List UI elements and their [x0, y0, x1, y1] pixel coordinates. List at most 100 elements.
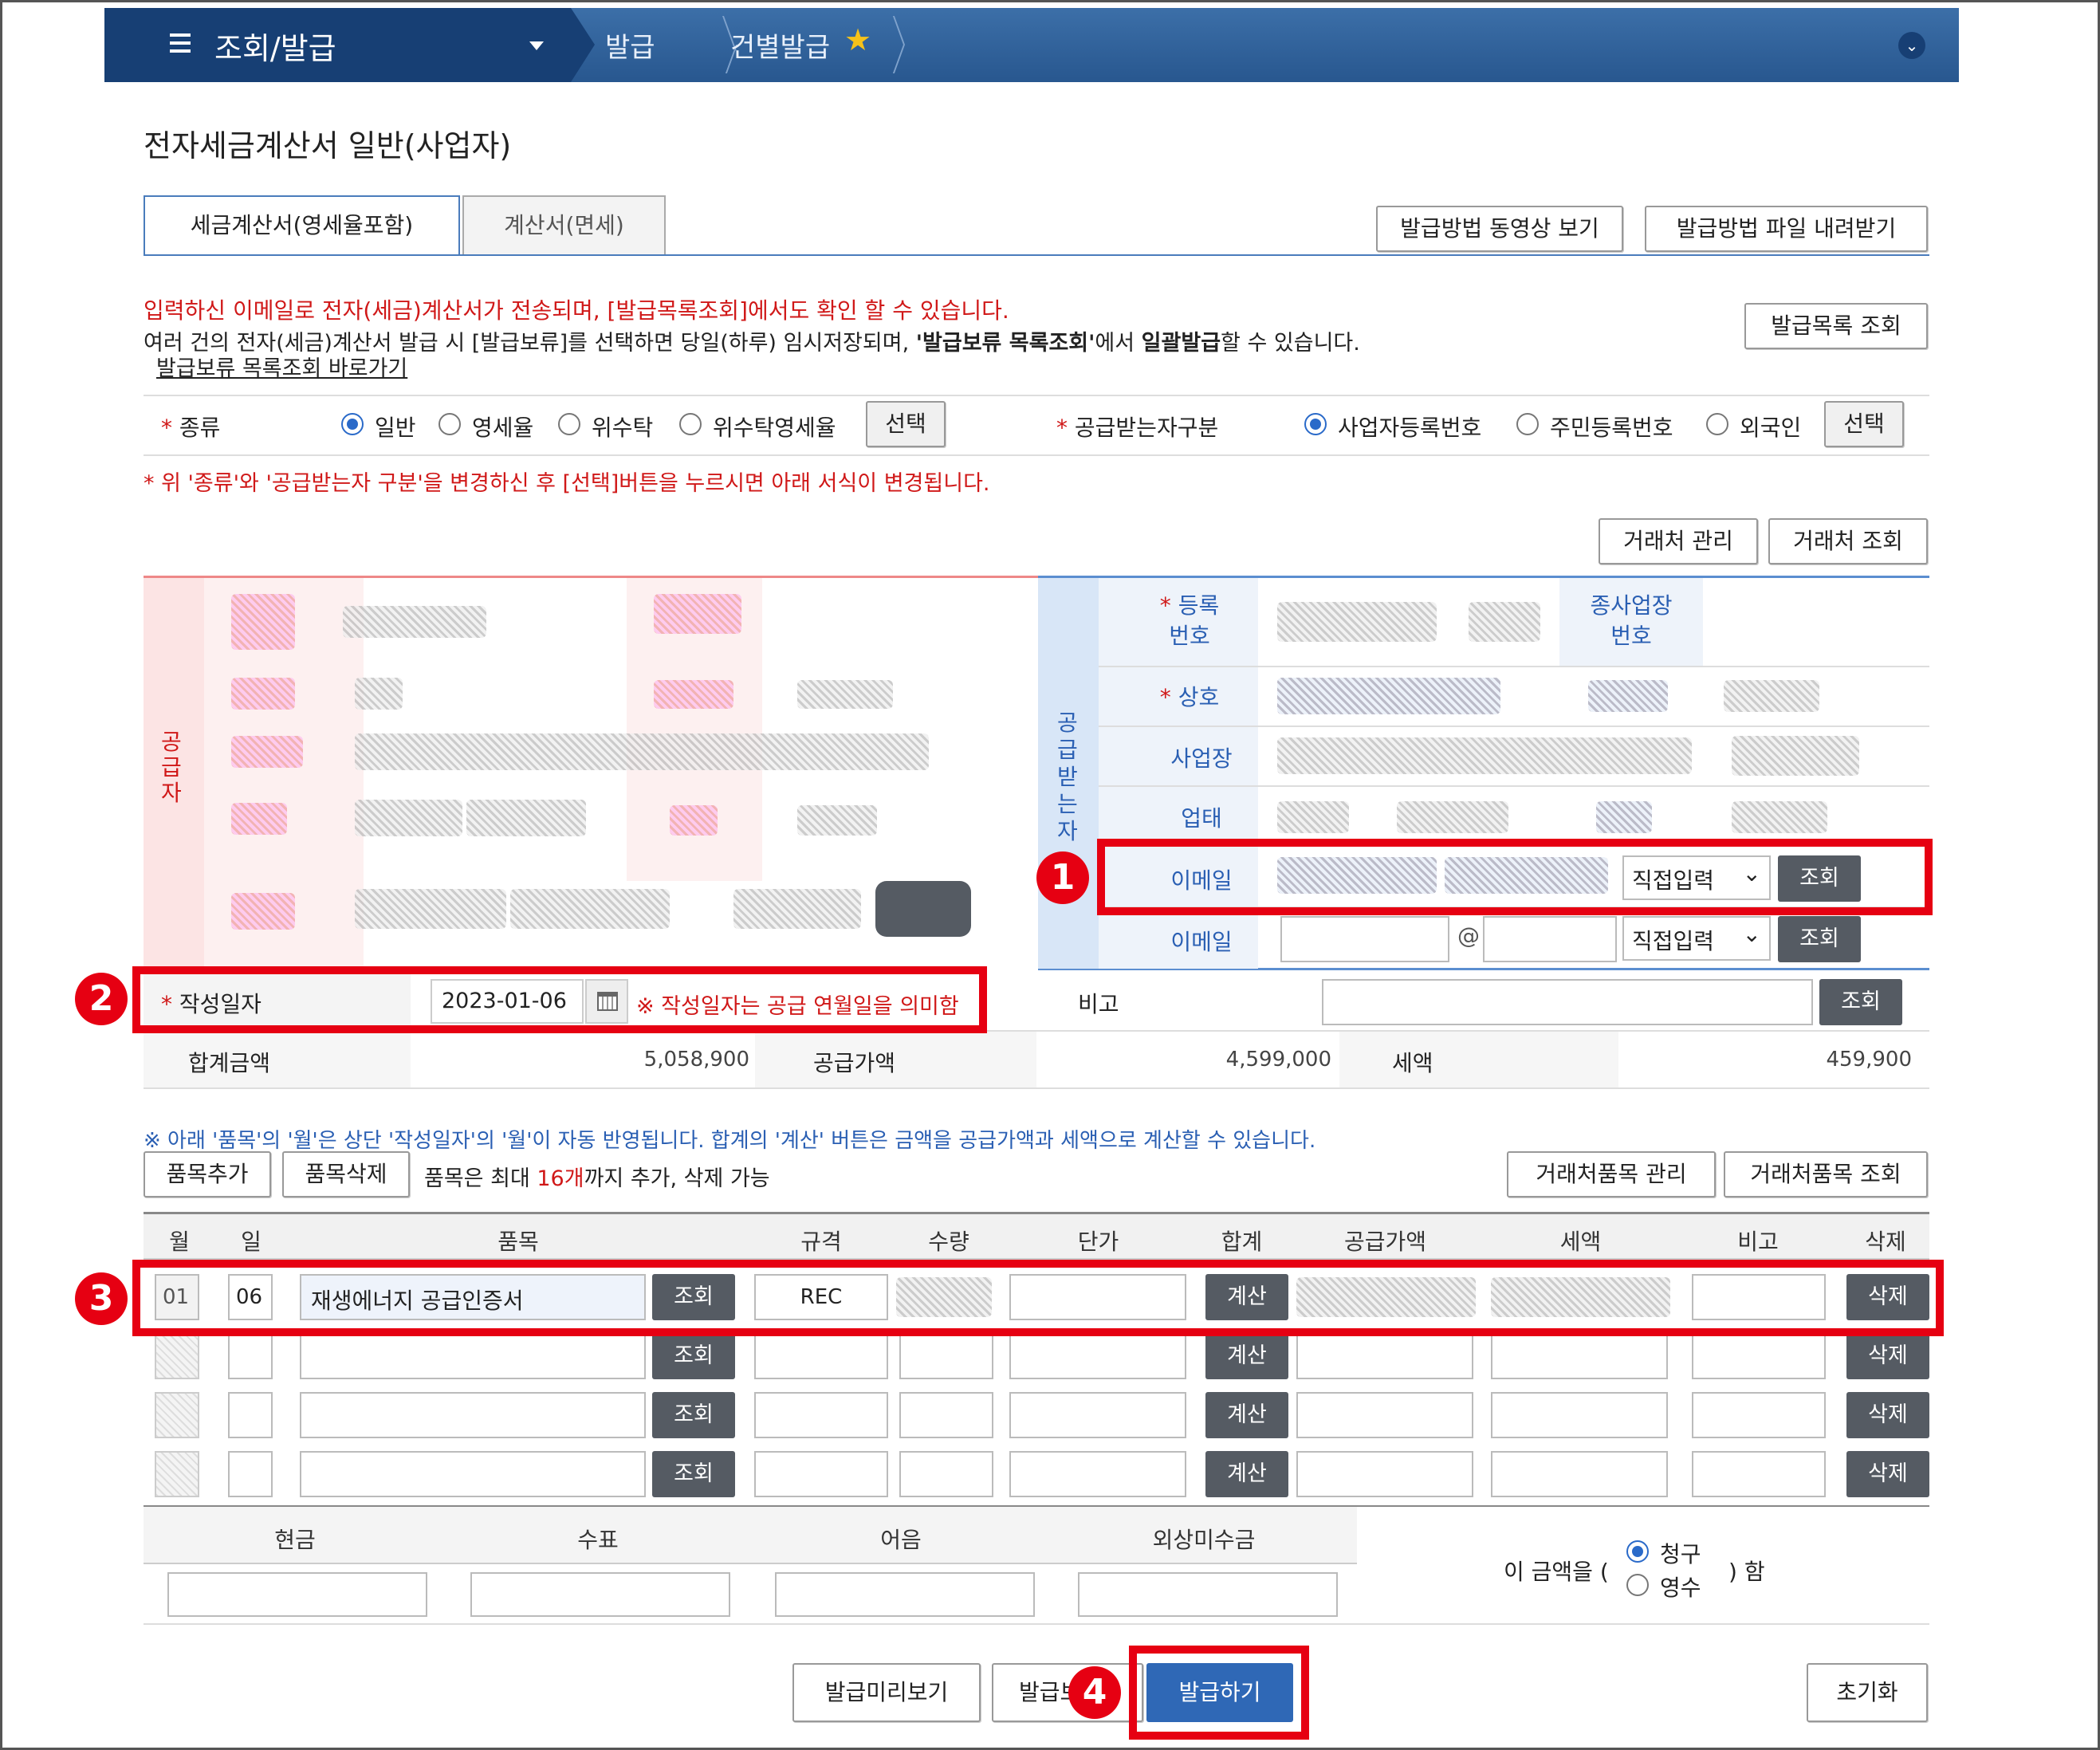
row4-note-input[interactable]: [1692, 1451, 1826, 1497]
row2-supply-input[interactable]: [1296, 1333, 1473, 1379]
row2-delete-button[interactable]: 삭제: [1846, 1333, 1929, 1379]
header-spec: 규격: [800, 1229, 842, 1255]
recv-resident-no-radio[interactable]: [1516, 413, 1539, 435]
pay-note-input[interactable]: [775, 1572, 1035, 1617]
expand-circle-icon[interactable]: ⌄: [1898, 32, 1925, 59]
row3-tax-input[interactable]: [1491, 1392, 1668, 1438]
email2-local-input[interactable]: [1280, 916, 1449, 962]
caret-down-icon[interactable]: [529, 41, 544, 50]
partner-manage-button[interactable]: 거래처 관리: [1599, 518, 1758, 564]
menu-block[interactable]: 조회/발급: [104, 8, 571, 82]
row4-day-input[interactable]: [228, 1451, 273, 1497]
item-add-button[interactable]: 품목추가: [144, 1151, 271, 1197]
marker-4: 4: [1068, 1666, 1121, 1719]
row2-calc-button[interactable]: 계산: [1205, 1333, 1288, 1379]
pay-cash-input[interactable]: [167, 1572, 427, 1617]
row3-qty-input[interactable]: [899, 1392, 993, 1438]
row3-spec-input[interactable]: [754, 1392, 888, 1438]
kind-select-button[interactable]: 선택: [866, 401, 946, 447]
remark-label: 비고: [1078, 991, 1119, 1017]
row2-spec-input[interactable]: [754, 1333, 888, 1379]
header-tax: 세액: [1559, 1229, 1602, 1255]
marker-2: 2: [75, 973, 128, 1025]
amount-text-a: 이 금액을 (: [1504, 1559, 1609, 1585]
change-notice: * 위 '종류'와 '공급받는자 구분'을 변경하신 후 [선택]버튼을 누르시…: [144, 471, 990, 496]
header-sum: 합계: [1221, 1229, 1263, 1255]
receiver-type-label: * 공급받는자구분: [1056, 415, 1219, 441]
kind-general-radio[interactable]: [341, 413, 364, 435]
header-item: 품목: [497, 1229, 539, 1255]
receiver-side-label: 공급받는자: [1057, 710, 1078, 844]
pay-credit-input[interactable]: [1078, 1572, 1338, 1617]
issue-list-button[interactable]: 발급목록 조회: [1744, 303, 1928, 349]
row2-note-input[interactable]: [1692, 1333, 1826, 1379]
email2-domain-select[interactable]: 직접입력 ⌄: [1622, 916, 1771, 961]
recv-foreigner-radio[interactable]: [1706, 413, 1728, 435]
receipt-radio[interactable]: [1626, 1574, 1649, 1596]
row2-tax-input[interactable]: [1491, 1333, 1668, 1379]
preview-button[interactable]: 발급미리보기: [792, 1663, 981, 1722]
row3-item-input[interactable]: [300, 1392, 646, 1438]
kind-consign-zero-radio[interactable]: [679, 413, 702, 435]
row2-unit-price-input[interactable]: [1009, 1333, 1186, 1379]
row4-item-input[interactable]: [300, 1451, 646, 1497]
redacted-field: [1277, 737, 1692, 774]
email2-search-button[interactable]: 조회: [1778, 916, 1861, 962]
claim-radio[interactable]: [1626, 1540, 1649, 1563]
pay-credit-header: 외상미수금: [1152, 1527, 1256, 1553]
row4-item-search-button[interactable]: 조회: [652, 1451, 735, 1497]
kind-zero-rate-radio[interactable]: [438, 413, 461, 435]
email2-at-sign: @: [1457, 922, 1480, 949]
row4-supply-input[interactable]: [1296, 1451, 1473, 1497]
row4-delete-button[interactable]: 삭제: [1846, 1451, 1929, 1497]
row4-tax-input[interactable]: [1491, 1451, 1668, 1497]
tab-tax-invoice-label: 세금계산서(영세율포함): [190, 212, 414, 238]
reset-button[interactable]: 초기화: [1807, 1663, 1928, 1722]
receiver-type-select-button[interactable]: 선택: [1824, 401, 1904, 447]
row2-qty-input[interactable]: [899, 1333, 993, 1379]
row3-day-input[interactable]: [228, 1392, 273, 1438]
row-divider: [1099, 726, 1929, 727]
hamburger-icon[interactable]: [170, 33, 191, 54]
breadcrumb-2[interactable]: 건별발급: [730, 26, 830, 65]
recv-biz-no-radio[interactable]: [1304, 413, 1327, 435]
row4-spec-input[interactable]: [754, 1451, 888, 1497]
row2-day-input[interactable]: [228, 1333, 273, 1379]
tab-invoice[interactable]: 계산서(면세): [462, 195, 666, 254]
row3-note-input[interactable]: [1692, 1392, 1826, 1438]
items-notice: ※ 아래 '품목'의 '월'은 상단 '작성일자'의 '월'이 자동 반영됩니다…: [144, 1129, 1316, 1153]
partner-item-manage-button[interactable]: 거래처품목 관리: [1507, 1151, 1716, 1197]
receipt-label: 영수: [1660, 1575, 1701, 1601]
breadcrumb-1[interactable]: 발급: [605, 26, 655, 65]
row4-qty-input[interactable]: [899, 1451, 993, 1497]
supply-value: 4,599,000: [1225, 1048, 1331, 1072]
header-delete: 삭제: [1865, 1229, 1906, 1255]
redacted-label: [670, 805, 718, 836]
remark-input[interactable]: [1322, 979, 1813, 1025]
row3-delete-button[interactable]: 삭제: [1846, 1392, 1929, 1438]
row2-item-input[interactable]: [300, 1333, 646, 1379]
notice-line-2e: 할 수 있습니다.: [1221, 331, 1360, 356]
remark-search-button[interactable]: 조회: [1819, 979, 1902, 1025]
row4-calc-button[interactable]: 계산: [1205, 1451, 1288, 1497]
favorite-star-icon[interactable]: ★: [844, 22, 871, 57]
kind-consign-radio[interactable]: [558, 413, 580, 435]
row3-calc-button[interactable]: 계산: [1205, 1392, 1288, 1438]
pay-check-input[interactable]: [470, 1572, 730, 1617]
row3-supply-input[interactable]: [1296, 1392, 1473, 1438]
item-delete-button[interactable]: 품목삭제: [282, 1151, 410, 1197]
row3-item-search-button[interactable]: 조회: [652, 1392, 735, 1438]
row4-unit-price-input[interactable]: [1009, 1451, 1186, 1497]
file-guide-button[interactable]: 발급방법 파일 내려받기: [1645, 206, 1928, 252]
partner-item-search-button[interactable]: 거래처품목 조회: [1724, 1151, 1928, 1197]
tab-tax-invoice[interactable]: 세금계산서(영세율포함): [144, 195, 460, 256]
kind-general-label: 일반: [375, 415, 416, 441]
hold-list-link[interactable]: 발급보류 목록조회 바로가기: [156, 351, 407, 382]
video-guide-button[interactable]: 발급방법 동영상 보기: [1376, 206, 1623, 252]
row-divider: [1099, 666, 1929, 667]
receiver-type-label-text: 공급받는자구분: [1074, 415, 1219, 441]
email2-domain-input[interactable]: [1483, 916, 1617, 962]
partner-search-button[interactable]: 거래처 조회: [1768, 518, 1928, 564]
row3-unit-price-input[interactable]: [1009, 1392, 1186, 1438]
row2-item-search-button[interactable]: 조회: [652, 1333, 735, 1379]
